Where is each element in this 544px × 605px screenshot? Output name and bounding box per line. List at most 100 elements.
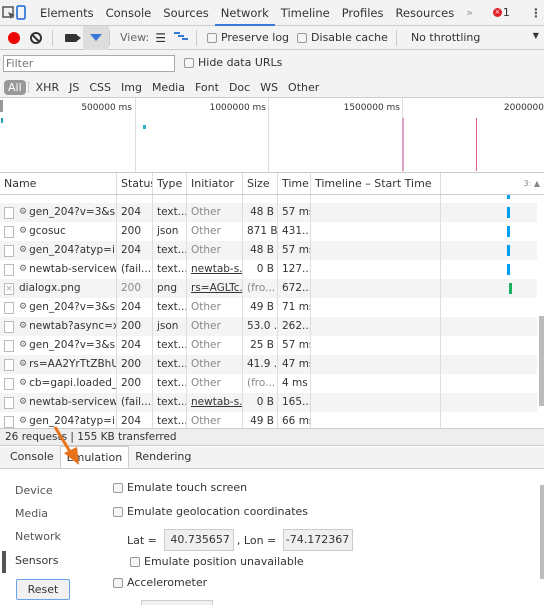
cell-initiator: Other — [187, 241, 243, 260]
error-icon: × — [492, 8, 502, 17]
column-header-timeline-scale[interactable]: 3: ▲ — [441, 173, 544, 194]
tab-console[interactable]: Console — [100, 0, 158, 26]
cell-size: 0 B — [243, 260, 278, 279]
drawer-tab-rendering[interactable]: Rendering — [129, 446, 197, 468]
column-header-type[interactable]: Type — [153, 173, 187, 194]
hide-data-urls-checkbox[interactable]: Hide data URLs — [184, 56, 282, 69]
column-header-time[interactable]: Time — [278, 173, 311, 194]
service-worker-icon: ⚙ — [19, 378, 28, 388]
disable-cache-checkbox[interactable]: Disable cache — [297, 31, 388, 44]
column-header-name[interactable]: Name — [0, 173, 117, 194]
cell-initiator[interactable]: newtab-s... — [187, 393, 243, 412]
accelerometer-checkbox[interactable]: Accelerometer — [113, 576, 207, 589]
initiator-value: Other — [191, 358, 221, 370]
column-header-size[interactable]: Size — [243, 173, 278, 194]
table-row[interactable]: ⚙newtab-servicew...(fail...text... newtab… — [0, 260, 537, 279]
type-filter-all[interactable]: All — [4, 79, 26, 95]
table-row[interactable]: ⚙rs=AA2YrTtZBhU...200text... Other 41.9 ..… — [0, 355, 537, 374]
network-overview[interactable]: 500000 ms 1000000 ms 1500000 ms 2000000 — [0, 98, 544, 173]
column-header-timeline[interactable]: Timeline – Start Time — [311, 173, 441, 194]
large-rows-view-icon[interactable]: ☰ — [155, 31, 166, 45]
cell-time: 262... — [278, 317, 311, 336]
table-row[interactable]: × dialogx.png 200png rs=AGLTc...(fro...672.… — [0, 279, 537, 298]
initiator-value[interactable]: newtab-s... — [191, 396, 242, 408]
column-header-initiator[interactable]: Initiator — [187, 173, 243, 194]
table-row[interactable]: ⚙ gen_204?v=3&s... 204 text... Other 25 B 57 m… — [0, 336, 537, 355]
table-row-partial[interactable] — [0, 195, 537, 203]
latitude-input[interactable]: 40.735657 — [163, 529, 234, 551]
filter-toggle-button[interactable] — [83, 25, 109, 50]
checkbox[interactable] — [297, 32, 308, 43]
emulation-sidebar-media[interactable]: Media — [15, 507, 48, 520]
waterfall-view-icon[interactable] — [173, 31, 188, 44]
cell-status: 204 — [117, 336, 153, 355]
emulation-sidebar-network[interactable]: Network — [15, 530, 61, 543]
accelerometer-input-partial[interactable] — [141, 600, 213, 605]
inspect-icon[interactable] — [2, 0, 16, 26]
checkbox[interactable] — [206, 32, 217, 43]
emulate-geolocation-checkbox[interactable]: Emulate geolocation coordinates — [113, 505, 308, 518]
cell-initiator: Other — [187, 222, 243, 241]
table-row[interactable]: ⚙ gen_204?v=3&s... 204 text... Other 49 B 71 m… — [0, 298, 537, 317]
checkbox[interactable] — [184, 57, 194, 68]
waterfall-bar — [507, 245, 510, 256]
table-scrollbar[interactable] — [539, 316, 544, 406]
longitude-input[interactable]: -74.172367 — [283, 529, 354, 551]
checkbox[interactable] — [113, 577, 123, 588]
clear-button[interactable] — [30, 31, 42, 44]
tab-timeline[interactable]: Timeline — [275, 0, 336, 26]
throttling-select[interactable]: No throttling ▼ — [411, 31, 539, 44]
preserve-log-label: Preserve log — [220, 31, 290, 44]
record-button[interactable] — [8, 31, 20, 44]
type-filter-img[interactable]: Img — [116, 81, 147, 94]
overview-handle[interactable] — [0, 100, 3, 112]
tab-sources[interactable]: Sources — [157, 0, 215, 26]
type-filter-js[interactable]: JS — [64, 81, 84, 94]
column-header-status[interactable]: Status — [117, 173, 153, 194]
cell-status: 200 — [117, 279, 153, 298]
type-filter-other[interactable]: Other — [283, 81, 324, 94]
emulation-sidebar-sensors[interactable]: Sensors — [15, 554, 58, 567]
type-filter-doc[interactable]: Doc — [224, 81, 255, 94]
screenshot-capture-icon[interactable] — [65, 33, 81, 42]
more-tabs-icon[interactable]: » — [460, 6, 479, 19]
reset-button[interactable]: Reset — [16, 579, 70, 600]
checkbox[interactable] — [113, 506, 123, 517]
table-row[interactable]: ⚙ gcosuc 200 json Other 871 B 431... — [0, 222, 537, 241]
cell-timeline — [311, 412, 441, 428]
type-filter-media[interactable]: Media — [147, 81, 190, 94]
checkbox[interactable] — [130, 556, 140, 567]
emulation-scrollbar[interactable] — [540, 485, 544, 579]
emulate-position-unavailable-checkbox[interactable]: Emulate position unavailable — [130, 555, 304, 568]
device-mode-icon[interactable] — [16, 0, 26, 26]
type-filter-font[interactable]: Font — [190, 81, 224, 94]
emulate-touch-checkbox[interactable]: Emulate touch screen — [113, 481, 247, 494]
emulation-sidebar-device[interactable]: Device — [15, 484, 53, 497]
initiator-value[interactable]: rs=AGLTc... — [191, 282, 242, 294]
table-row[interactable]: ⚙ gen_204?atyp=i... 204 text... Other 48 B 57 … — [0, 241, 537, 260]
type-filter-css[interactable]: CSS — [84, 81, 116, 94]
cell-timeline — [311, 336, 441, 355]
cell-type: text... — [153, 260, 187, 279]
tab-resources[interactable]: Resources — [389, 0, 460, 26]
tab-network[interactable]: Network — [214, 0, 275, 26]
tab-elements[interactable]: Elements — [34, 0, 100, 26]
table-row[interactable]: ⚙ gen_204?v=3&s... 204 text... Other 48 B 57 m… — [0, 203, 537, 222]
overview-tick: 500000 ms — [81, 103, 132, 113]
error-counter[interactable]: × 1 — [492, 6, 510, 19]
preserve-log-checkbox[interactable]: Preserve log — [206, 31, 290, 44]
divider — [395, 29, 397, 46]
cell-initiator: Other — [187, 374, 243, 393]
type-filter-xhr[interactable]: XHR — [31, 81, 64, 94]
type-filter-ws[interactable]: WS — [255, 81, 283, 94]
cell-initiator[interactable]: newtab-s... — [187, 260, 243, 279]
initiator-value[interactable]: newtab-s... — [191, 263, 242, 275]
table-row[interactable]: ⚙newtab?async=xi...200json Other 53.0 ...2… — [0, 317, 537, 336]
filter-input[interactable] — [3, 55, 175, 72]
kebab-menu-icon[interactable]: ⋮ — [530, 6, 542, 20]
table-row[interactable]: ⚙ cb=gapi.loaded_0 200 text... Other (fro... 4… — [0, 374, 537, 393]
cell-initiator[interactable]: rs=AGLTc... — [187, 279, 243, 298]
tab-profiles[interactable]: Profiles — [336, 0, 390, 26]
table-row[interactable]: ⚙newtab-servicew...(fail...text... newtab… — [0, 393, 537, 412]
checkbox[interactable] — [113, 482, 123, 493]
